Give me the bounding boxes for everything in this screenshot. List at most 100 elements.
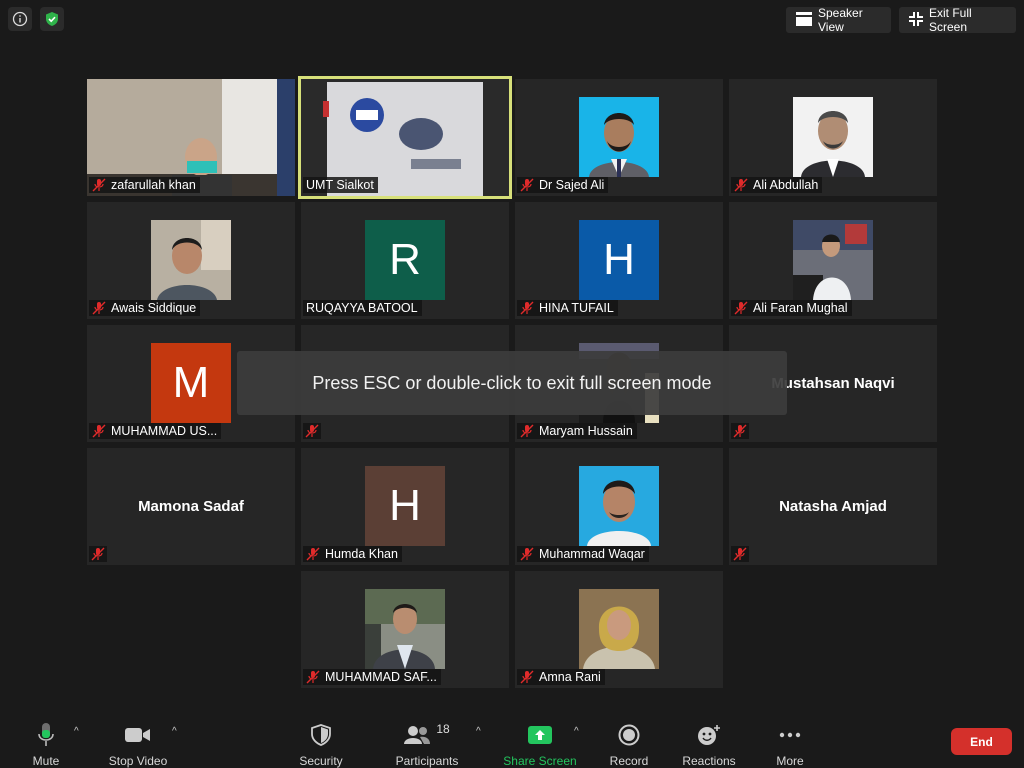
participants-label: Participants: [395, 754, 459, 768]
participant-name: Ali Faran Mughal: [753, 301, 848, 315]
participant-name-tag: [731, 546, 749, 562]
security-shield-icon: [311, 724, 331, 746]
participant-avatar-letter: R: [365, 220, 445, 300]
reactions-label: Reactions: [682, 754, 736, 768]
participant-avatar-letter: H: [365, 466, 445, 546]
participant-tile[interactable]: Muhammad Waqar: [515, 448, 723, 565]
reactions-button[interactable]: Reactions: [664, 720, 754, 768]
share-screen-button[interactable]: Share Screen: [495, 720, 585, 768]
participant-tile[interactable]: Awais Siddique: [87, 202, 295, 319]
stop-video-label: Stop Video: [108, 754, 168, 768]
participant-photo: [793, 220, 873, 300]
share-screen-icon: [528, 726, 552, 744]
participant-photo: [793, 97, 873, 177]
security-button[interactable]: Security: [276, 720, 366, 768]
participant-name: HINA TUFAIL: [539, 301, 614, 315]
muted-mic-icon: [733, 547, 747, 561]
participant-tile[interactable]: zafarullah khan: [87, 79, 295, 196]
participant-name-tag: Maryam Hussain: [517, 423, 637, 439]
participant-name-tag: Awais Siddique: [89, 300, 201, 316]
participant-name-tag: MUHAMMAD US...: [89, 423, 222, 439]
muted-mic-icon: [520, 670, 534, 684]
participant-tile[interactable]: Amna Rani: [515, 571, 723, 688]
mute-label: Mute: [32, 754, 60, 768]
participant-name-tag: Humda Khan: [303, 546, 402, 562]
participant-name-tag: zafarullah khan: [89, 177, 200, 193]
participant-name: Maryam Hussain: [539, 424, 633, 438]
participants-icon: [404, 726, 431, 744]
participant-name-tag: Ali Faran Mughal: [731, 300, 852, 316]
participant-name-tag: [731, 423, 749, 439]
muted-mic-icon: [520, 424, 534, 438]
reactions-smiley-icon: [698, 725, 720, 745]
record-label: Record: [609, 754, 649, 768]
share-options-chevron-icon[interactable]: ^: [574, 726, 579, 737]
participant-name-tag: [303, 423, 321, 439]
participant-name-tag: Ali Abdullah: [731, 177, 823, 193]
security-label: Security: [299, 754, 343, 768]
meeting-toolbar: Mute ^ Stop Video ^ Security 18 Particip…: [0, 712, 1024, 768]
participant-name: Muhammad Waqar: [539, 547, 645, 561]
muted-mic-icon: [92, 301, 106, 315]
fullscreen-exit-hint: Press ESC or double-click to exit full s…: [237, 351, 787, 415]
participants-options-chevron-icon[interactable]: ^: [476, 726, 481, 737]
muted-mic-icon: [92, 424, 106, 438]
participant-tile[interactable]: H Humda Khan: [301, 448, 509, 565]
participants-button[interactable]: 18 Participants: [382, 720, 472, 768]
participant-name-tag: HINA TUFAIL: [517, 300, 618, 316]
participant-photo: [151, 220, 231, 300]
more-label: More: [776, 754, 804, 768]
participant-tile[interactable]: Dr Sajed Ali: [515, 79, 723, 196]
participant-tile-active-speaker[interactable]: UMT Sialkot: [298, 76, 512, 199]
participant-tile[interactable]: Natasha Amjad: [729, 448, 937, 565]
muted-mic-icon: [520, 547, 534, 561]
muted-mic-icon: [520, 301, 534, 315]
participant-name: Humda Khan: [325, 547, 398, 561]
end-meeting-button[interactable]: End: [951, 728, 1012, 755]
muted-mic-icon: [733, 424, 747, 438]
participant-name: Amna Rani: [539, 670, 601, 684]
participant-display-name: Natasha Amjad: [779, 498, 887, 515]
participant-tile[interactable]: H HINA TUFAIL: [515, 202, 723, 319]
participant-avatar-letter: M: [151, 343, 231, 423]
record-icon: [618, 724, 640, 746]
participant-avatar-letter: H: [579, 220, 659, 300]
participant-photo: [579, 466, 659, 546]
speaker-view-label: Speaker View: [818, 6, 863, 34]
muted-mic-icon: [306, 670, 320, 684]
info-icon[interactable]: [8, 7, 32, 31]
encryption-shield-icon[interactable]: [40, 7, 64, 31]
participant-tile[interactable]: Ali Faran Mughal: [729, 202, 937, 319]
exit-full-screen-button[interactable]: Exit Full Screen: [899, 6, 1016, 34]
muted-mic-icon: [734, 301, 748, 315]
record-button[interactable]: Record: [584, 720, 674, 768]
audio-options-chevron-icon[interactable]: ^: [74, 726, 79, 737]
participant-tile[interactable]: R RUQAYYA BATOOL: [301, 202, 509, 319]
participant-name: MUHAMMAD SAF...: [325, 670, 437, 684]
participant-tile[interactable]: Mamona Sadaf: [87, 448, 295, 565]
participant-tile[interactable]: MUHAMMAD SAF...: [301, 571, 509, 688]
muted-mic-icon: [734, 178, 748, 192]
participant-name: RUQAYYA BATOOL: [306, 301, 418, 315]
participant-name: MUHAMMAD US...: [111, 424, 218, 438]
video-options-chevron-icon[interactable]: ^: [172, 726, 177, 737]
microphone-icon: [38, 723, 54, 746]
participant-name-tag: RUQAYYA BATOOL: [303, 300, 422, 316]
participant-name-tag: Amna Rani: [517, 669, 605, 685]
stop-video-button[interactable]: Stop Video: [93, 720, 183, 768]
participant-name-tag: Dr Sajed Ali: [517, 177, 609, 193]
participant-display-name: Mamona Sadaf: [138, 498, 244, 515]
muted-mic-icon: [92, 178, 106, 192]
more-button[interactable]: More: [745, 720, 835, 768]
participants-count: 18: [436, 722, 450, 736]
participant-name-tag: MUHAMMAD SAF...: [303, 669, 441, 685]
muted-mic-icon: [306, 547, 320, 561]
speaker-view-button[interactable]: Speaker View: [786, 6, 891, 34]
participant-tile[interactable]: Ali Abdullah: [729, 79, 937, 196]
video-camera-icon: [125, 728, 150, 742]
exit-fullscreen-icon: [909, 11, 923, 29]
participant-name: UMT Sialkot: [306, 178, 374, 192]
speaker-view-icon: [796, 11, 812, 29]
participant-photo: [579, 97, 659, 177]
share-screen-label: Share Screen: [503, 754, 577, 768]
